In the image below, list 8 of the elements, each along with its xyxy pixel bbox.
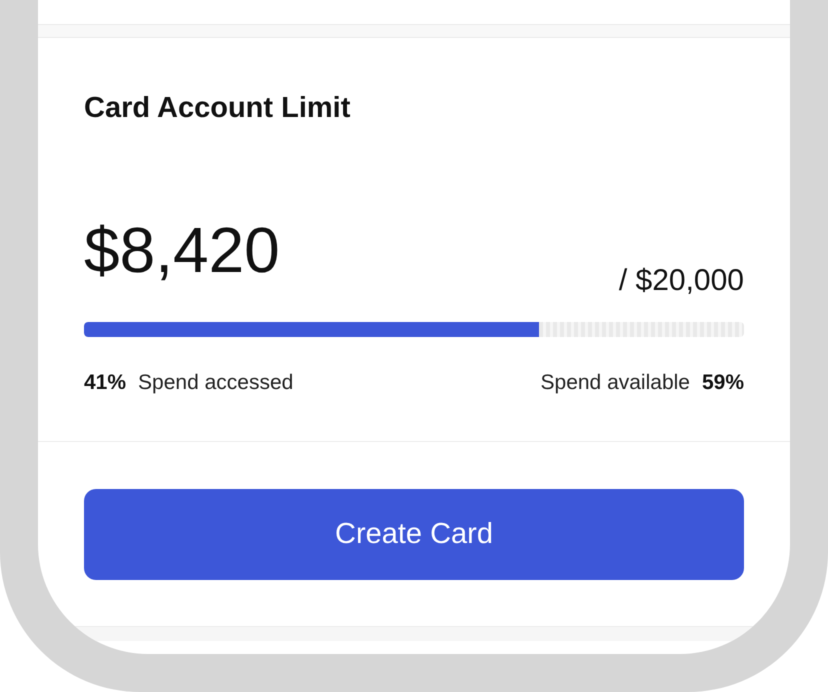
create-card-button[interactable]: Create Card — [84, 489, 744, 580]
available-percent: 59% — [702, 371, 744, 395]
limit-amount: / $20,000 — [618, 266, 744, 296]
accessed-percent: 41% — [84, 371, 126, 395]
accessed-label: Spend accessed — [138, 371, 294, 395]
card-title: Card Account Limit — [84, 91, 352, 126]
available-label: Spend available — [540, 371, 690, 395]
spent-amount: $8,420 — [84, 218, 280, 282]
